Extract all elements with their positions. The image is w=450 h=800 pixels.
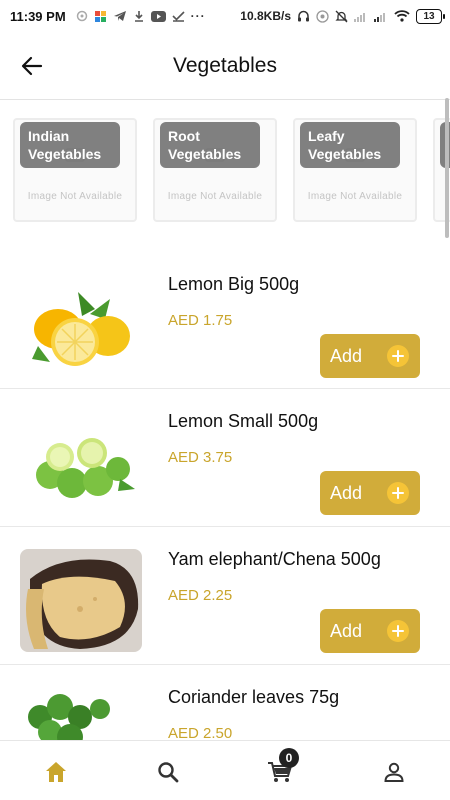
headset-icon <box>298 10 309 21</box>
bottom-navigation: 0 <box>0 740 450 800</box>
nav-search[interactable] <box>153 757 183 787</box>
page-title: Vegetables <box>173 53 277 77</box>
product-name: Lemon Big 500g <box>168 274 300 294</box>
add-label: Add <box>330 482 363 503</box>
category-card-leafy[interactable]: Image Not Available Leafy Vegetables <box>293 118 417 222</box>
image-not-available-text: Image Not Available <box>167 191 263 202</box>
product-price: AED 2.25 <box>168 587 233 604</box>
yam-image <box>20 549 142 652</box>
add-to-cart-button[interactable]: Add <box>320 471 420 515</box>
nav-cart[interactable]: 0 <box>265 748 299 787</box>
category-label: Indian Vegetables <box>20 122 120 168</box>
status-bar: 11:39 PM ··· 10.8KB/s 13 <box>0 0 450 32</box>
product-price: AED 3.75 <box>168 449 233 466</box>
notification-icons: ··· <box>76 9 206 23</box>
arrow-left-icon <box>21 56 43 76</box>
plus-icon <box>387 620 409 642</box>
telegram-icon <box>113 11 126 21</box>
status-time: 11:39 PM <box>10 8 66 24</box>
product-image-yam[interactable] <box>20 549 142 652</box>
home-icon <box>46 762 66 782</box>
scrollbar[interactable] <box>445 98 449 238</box>
profile-icon <box>384 762 404 782</box>
signal-icon <box>354 12 365 22</box>
image-not-available-text: Image Not Available <box>27 191 123 202</box>
category-carousel[interactable]: Image Not Available Indian Vegetables Im… <box>0 101 450 241</box>
network-speed: 10.8KB/s <box>240 9 291 23</box>
nav-home[interactable] <box>41 757 71 787</box>
app-header: Vegetables <box>0 32 450 100</box>
product-name: Lemon Small 500g <box>168 411 319 431</box>
download-icon <box>134 11 143 22</box>
product-image-lemon-big[interactable] <box>20 274 142 377</box>
plus-icon <box>387 482 409 504</box>
battery-icon: 13 <box>416 8 445 24</box>
status-right: 10.8KB/s 13 <box>240 8 445 24</box>
hotspot-icon <box>316 9 329 23</box>
category-label: Root Vegetables <box>160 122 260 168</box>
more-dots-icon: ··· <box>190 9 206 23</box>
plus-icon <box>387 345 409 367</box>
product-price: AED 1.75 <box>168 312 233 329</box>
category-card-root[interactable]: Image Not Available Root Vegetables <box>153 118 277 222</box>
check-icon <box>172 11 185 22</box>
product-name: Coriander leaves 75g <box>168 687 340 707</box>
product-row[interactable]: Yam elephant/Chena 500g AED 2.25 Add <box>0 527 450 665</box>
photos-icon <box>94 10 106 22</box>
category-label: Leafy Vegetables <box>300 122 400 168</box>
image-not-available-text: Image Not Available <box>307 191 403 202</box>
youtube-icon <box>150 10 166 22</box>
product-image-lemon-small[interactable] <box>20 411 142 514</box>
signal-icon <box>374 12 385 22</box>
settings-icon <box>76 10 87 22</box>
lemon-image <box>20 274 142 377</box>
nav-profile[interactable] <box>379 757 409 787</box>
add-to-cart-button[interactable]: Add <box>320 609 420 653</box>
back-button[interactable] <box>14 50 50 82</box>
product-row[interactable]: Lemon Small 500g AED 3.75 Add <box>0 389 450 527</box>
cart-count-badge: 0 <box>279 748 299 768</box>
search-icon <box>158 762 179 783</box>
add-to-cart-button[interactable]: Add <box>320 334 420 378</box>
product-list: Lemon Big 500g AED 1.75 Add Lemon Small … <box>0 252 450 800</box>
add-label: Add <box>330 345 363 366</box>
lime-image <box>20 411 142 514</box>
add-label: Add <box>330 620 363 641</box>
category-card-indian[interactable]: Image Not Available Indian Vegetables <box>13 118 137 222</box>
wifi-icon <box>394 10 410 22</box>
product-name: Yam elephant/Chena 500g <box>168 549 381 569</box>
product-row[interactable]: Lemon Big 500g AED 1.75 Add <box>0 252 450 389</box>
mute-icon <box>335 10 348 22</box>
